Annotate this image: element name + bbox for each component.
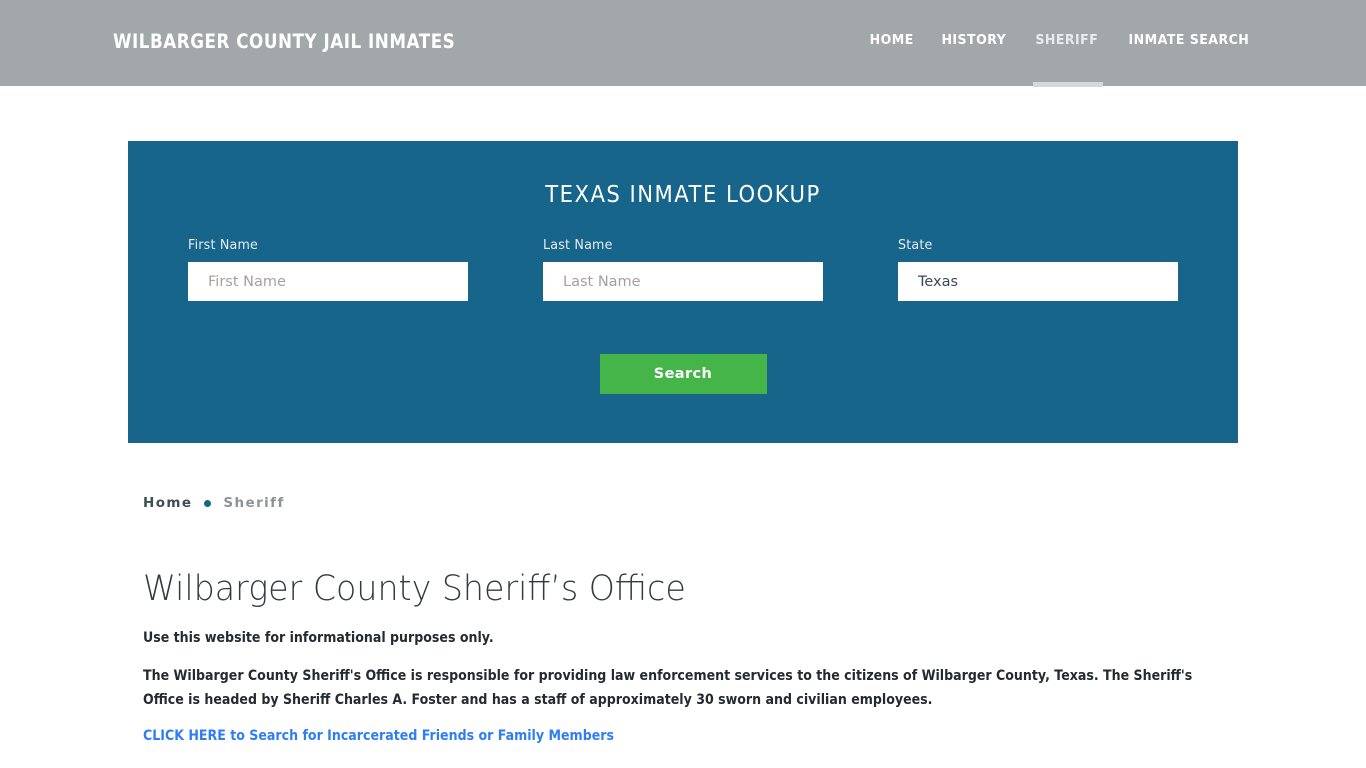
breadcrumb-home-link[interactable]: Home [143, 495, 192, 511]
nav-item-sheriff[interactable]: SHERIFF [1035, 32, 1098, 48]
first-name-input[interactable] [188, 262, 468, 301]
first-name-field-group: First Name [188, 237, 468, 301]
inmate-lookup-panel: TEXAS INMATE LOOKUP First Name Last Name… [128, 141, 1238, 443]
first-name-label: First Name [188, 237, 259, 253]
search-button[interactable]: Search [599, 354, 767, 394]
active-nav-indicator [1033, 82, 1103, 87]
nav-item-home[interactable]: HOME [869, 32, 913, 48]
main-content: Home Sheriff Wilbarger County Sheriff’s … [143, 495, 1233, 745]
disclaimer-text: Use this website for informational purpo… [143, 630, 494, 647]
breadcrumb-current: Sheriff [223, 495, 285, 511]
nav-item-inmate-search[interactable]: INMATE SEARCH [1129, 32, 1250, 48]
page-title: Wilbarger County Sheriff’s Office [143, 569, 686, 609]
breadcrumb: Home Sheriff [143, 495, 1233, 511]
description-paragraph: The Wilbarger County Sheriff's Office is… [143, 668, 1193, 709]
last-name-field-group: Last Name [543, 237, 823, 301]
last-name-input[interactable] [543, 262, 823, 301]
panel-title: TEXAS INMATE LOOKUP [545, 182, 821, 208]
last-name-label: Last Name [543, 237, 613, 253]
state-label: State [898, 237, 933, 253]
state-select[interactable]: Texas [898, 262, 1178, 301]
lookup-fields-row: First Name Last Name State Texas [128, 237, 1238, 315]
state-field-group: State Texas [898, 237, 1178, 301]
breadcrumb-separator-dot [204, 499, 212, 507]
inmate-search-cta-link[interactable]: CLICK HERE to Search for Incarcerated Fr… [143, 728, 614, 744]
search-button-wrap: Search [128, 354, 1238, 394]
site-header: WILBARGER COUNTY JAIL INMATES HOME HISTO… [0, 0, 1366, 87]
site-title[interactable]: WILBARGER COUNTY JAIL INMATES [113, 30, 455, 53]
main-navigation: HOME HISTORY SHERIFF INMATE SEARCH [868, 32, 1255, 48]
nav-item-history[interactable]: HISTORY [941, 32, 1006, 48]
